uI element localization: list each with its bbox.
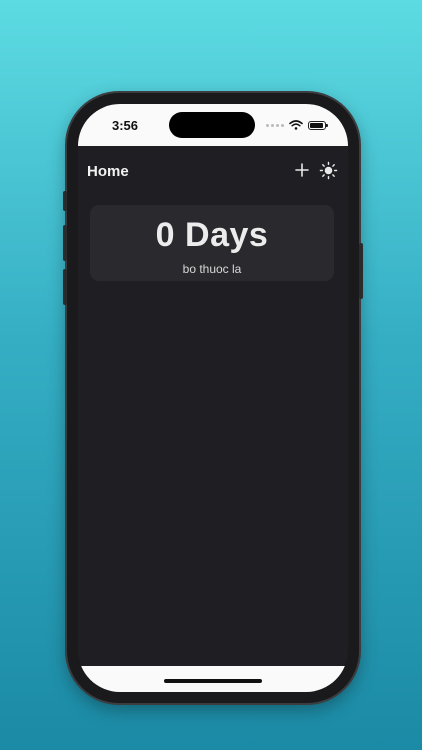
add-button[interactable] <box>292 160 312 180</box>
phone-frame: 3:56 Home 0 Days bo thuoc la <box>63 93 363 703</box>
plus-icon <box>295 163 309 177</box>
bottom-safe-area <box>78 666 348 692</box>
days-count: 0 Days <box>155 216 269 254</box>
navigation-bar: Home <box>78 146 348 196</box>
theme-toggle-button[interactable] <box>318 160 338 180</box>
status-bar: 3:56 <box>78 104 348 146</box>
cellular-signal-icon <box>266 123 284 127</box>
app-screen: 3:56 Home 0 Days bo thuoc la <box>78 104 348 692</box>
counter-card[interactable]: 0 Days bo thuoc la <box>90 205 334 281</box>
nav-actions <box>292 160 338 180</box>
action-button <box>63 191 67 211</box>
sun-icon <box>319 161 337 179</box>
page-title: Home <box>87 163 129 180</box>
home-indicator[interactable] <box>164 679 262 683</box>
wifi-icon <box>289 120 303 130</box>
power-button <box>359 243 363 299</box>
battery-icon <box>308 120 328 130</box>
status-icons <box>266 120 328 130</box>
counter-label: bo thuoc la <box>182 262 242 276</box>
dynamic-island <box>169 112 255 138</box>
volume-up-button <box>63 225 67 261</box>
battery-fill <box>310 122 323 128</box>
volume-down-button <box>63 269 67 305</box>
status-time: 3:56 <box>112 118 139 133</box>
